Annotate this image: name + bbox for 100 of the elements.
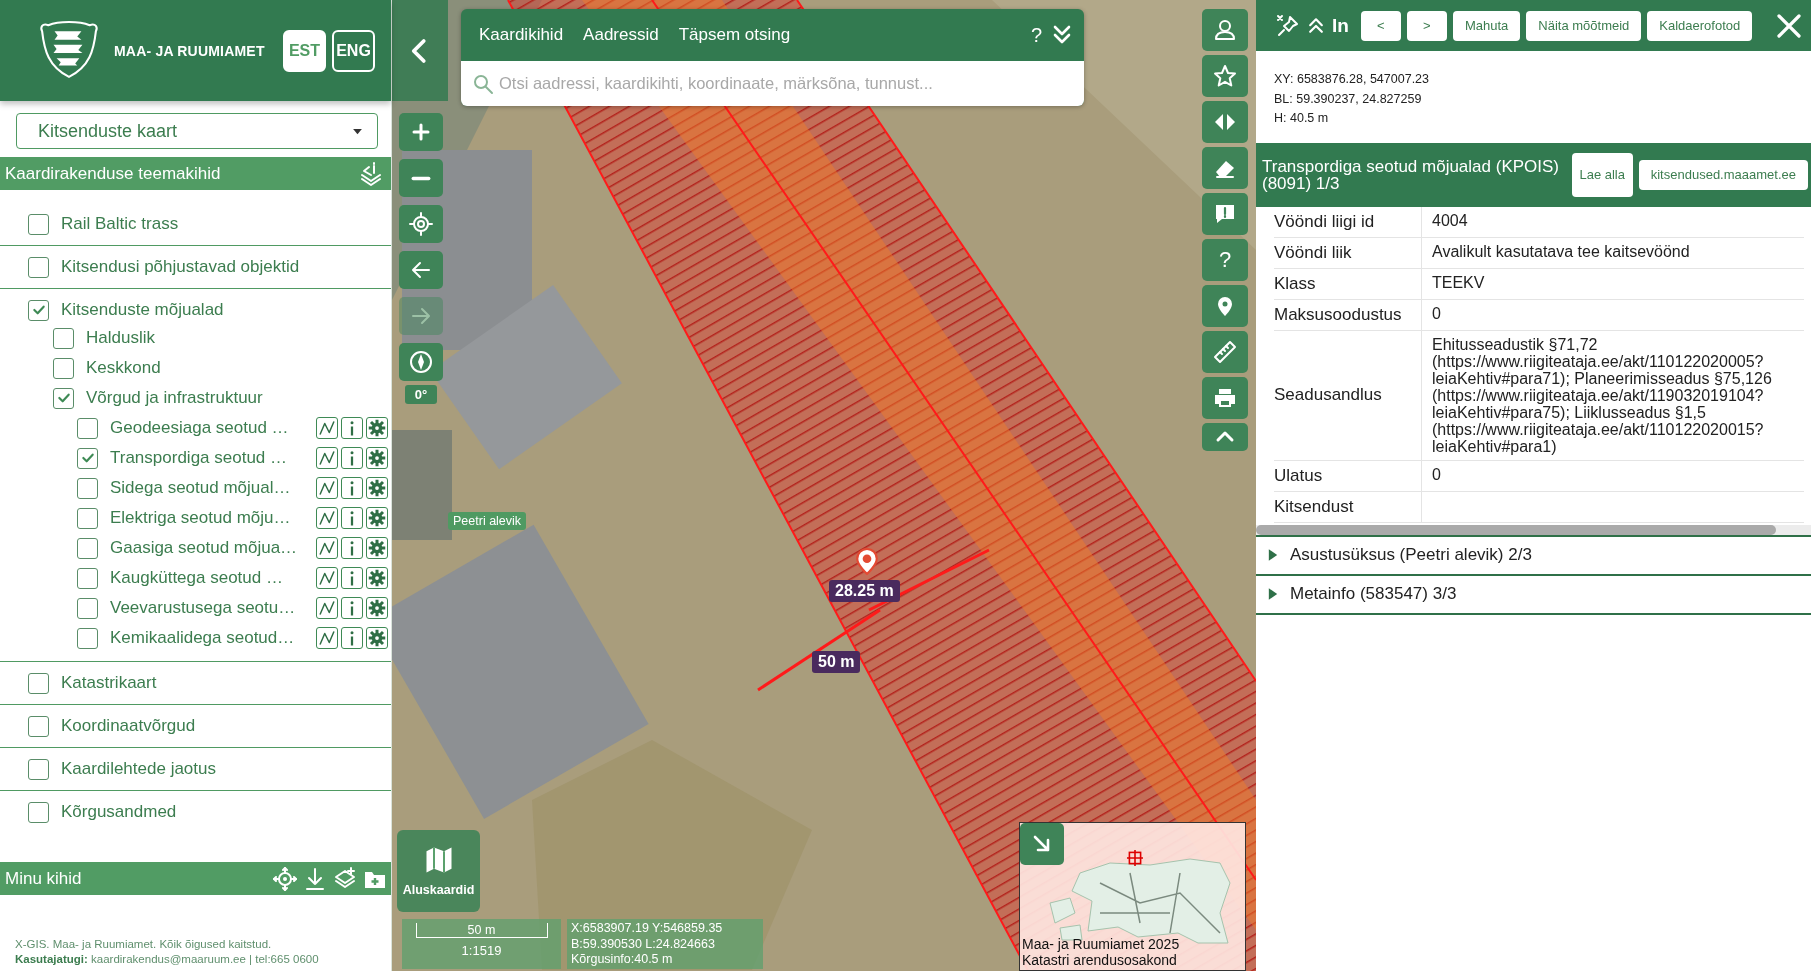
- settings-icon[interactable]: [366, 627, 388, 649]
- checkbox[interactable]: [28, 299, 49, 321]
- expand-overview-button[interactable]: [1020, 823, 1064, 865]
- info-icon[interactable]: [341, 567, 363, 589]
- layer-label: Elektriga seotud mõju…: [110, 508, 292, 528]
- checkbox[interactable]: [28, 758, 49, 780]
- accordion-header[interactable]: Metainfo (583547) 3/3: [1256, 575, 1811, 615]
- profile-chart-icon[interactable]: [316, 627, 338, 649]
- checkbox[interactable]: [77, 597, 98, 619]
- measure-button[interactable]: [1202, 331, 1248, 373]
- scale-bar: 50 m: [415, 923, 548, 938]
- zoom-out-button[interactable]: [399, 159, 443, 197]
- user-icon: [1213, 18, 1237, 42]
- layer-label: Transpordiga seotud …: [110, 448, 289, 468]
- printer-icon: [1213, 386, 1237, 410]
- settings-icon[interactable]: [366, 567, 388, 589]
- map-marker-icon: [854, 546, 880, 578]
- info-icon[interactable]: [341, 447, 363, 469]
- coordinate-text: H: 40.5 m: [1274, 110, 1330, 127]
- checkbox[interactable]: [28, 715, 49, 737]
- action-button[interactable]: Näita mõõtmeid: [1526, 10, 1642, 41]
- checkbox[interactable]: [53, 327, 74, 349]
- language-button[interactable]: ENG: [332, 29, 375, 72]
- layer-label: Katastrikaart: [61, 673, 158, 693]
- download-icon[interactable]: [303, 866, 327, 891]
- locate-button[interactable]: [399, 205, 443, 243]
- scrollbar-thumb[interactable]: [1256, 524, 1776, 535]
- layers-add-icon[interactable]: [333, 866, 357, 891]
- profile-chart-icon[interactable]: [316, 507, 338, 529]
- profile-chart-icon[interactable]: [316, 567, 338, 589]
- feedback-button[interactable]: [1202, 193, 1248, 235]
- eraser-button[interactable]: [1202, 147, 1248, 189]
- scale-ratio: 1:1519: [461, 943, 502, 958]
- checkbox[interactable]: [28, 801, 49, 823]
- layer-label: Kemikaalidega seotud…: [110, 628, 296, 648]
- credit-text: Maa- ja Ruumiamet 2025: [1022, 936, 1180, 952]
- back-button[interactable]: [399, 251, 443, 289]
- link-button[interactable]: kitsendused.maaamet.ee: [1638, 159, 1808, 190]
- checkbox[interactable]: [28, 256, 49, 278]
- help-button[interactable]: ?: [1202, 239, 1248, 281]
- profile-chart-icon[interactable]: [316, 537, 338, 559]
- basemaps-button[interactable]: Aluskaardid: [397, 830, 480, 912]
- collapse-icon[interactable]: [1306, 15, 1326, 36]
- settings-icon[interactable]: [366, 597, 388, 619]
- caret-right-icon: [1268, 587, 1278, 601]
- checkbox[interactable]: [77, 627, 98, 649]
- nav-button[interactable]: >: [1406, 10, 1447, 41]
- checkbox[interactable]: [77, 567, 98, 589]
- settings-icon[interactable]: [366, 417, 388, 439]
- location-marker-icon: [1127, 850, 1143, 866]
- support-text: Kasutajatugi: kaardirakendus@maaruum.ee | tel:665 0600: [15, 952, 320, 967]
- checkbox[interactable]: [53, 387, 74, 409]
- info-icon[interactable]: [341, 627, 363, 649]
- layers-info-icon[interactable]: [359, 161, 383, 186]
- logo-text: MAA- JA RUUMIAMET: [114, 42, 265, 59]
- compare-button[interactable]: [1202, 101, 1248, 143]
- search-tab[interactable]: Aadressid: [577, 25, 665, 45]
- info-icon[interactable]: [341, 537, 363, 559]
- checkbox[interactable]: [77, 477, 98, 499]
- print-button[interactable]: [1202, 377, 1248, 419]
- checkbox[interactable]: [53, 357, 74, 379]
- zoom-in-button[interactable]: [399, 113, 443, 151]
- settings-icon[interactable]: [366, 477, 388, 499]
- info-icon[interactable]: [341, 507, 363, 529]
- settings-icon[interactable]: [366, 537, 388, 559]
- attribute-value: Ehitusseadustik §71,72 (https://www.riigiteataja.ee/akt/110122020005?leiaKehtiv#para71); Planeerimisseadus §75,126 (https://www.riigiteataja.ee/akt/119032019104?leiaKehtiv#para75); Liiklusseadus §1,5 (https://www.riigiteataja.ee/akt/110122020015?leiaKehtiv#para1): [1432, 335, 1773, 455]
- action-button[interactable]: Kaldaerofotod: [1647, 10, 1753, 41]
- info-icon[interactable]: [341, 597, 363, 619]
- settings-icon[interactable]: [366, 447, 388, 469]
- compass-button[interactable]: [399, 343, 443, 381]
- checkbox[interactable]: [28, 672, 49, 694]
- checkbox[interactable]: [28, 213, 49, 235]
- download-button[interactable]: Lae alla: [1571, 152, 1633, 197]
- layer-label: Kitsendusi põhjustavad objektid: [61, 257, 301, 277]
- settings-icon[interactable]: [366, 507, 388, 529]
- action-button[interactable]: Mahuta: [1452, 10, 1521, 41]
- profile-chart-icon[interactable]: [316, 447, 338, 469]
- profile-chart-icon[interactable]: [316, 477, 338, 499]
- favorites-button[interactable]: [1202, 55, 1248, 97]
- search-tab[interactable]: Täpsem otsing: [672, 25, 797, 45]
- help-button[interactable]: ?: [1030, 23, 1042, 47]
- measure-label: 28.25 m: [829, 580, 900, 602]
- marker-button[interactable]: [1202, 285, 1248, 327]
- search-field[interactable]: Otsi aadressi, kaardikihti, koordinaate, märksõna, tunnust...: [461, 61, 1084, 106]
- map-select[interactable]: Kitsenduste kaart: [16, 113, 378, 149]
- search-tab[interactable]: Kaardikihid: [473, 25, 570, 45]
- info-icon[interactable]: [341, 417, 363, 439]
- checkbox[interactable]: [77, 507, 98, 529]
- accordion-header[interactable]: Asustusüksus (Peetri alevik) 2/3: [1256, 536, 1811, 576]
- info-icon[interactable]: [341, 477, 363, 499]
- profile-chart-icon[interactable]: [316, 597, 338, 619]
- nav-button[interactable]: <: [1360, 10, 1401, 41]
- collapse-tools-button[interactable]: [1202, 423, 1248, 451]
- checkbox[interactable]: [77, 537, 98, 559]
- locate-icon[interactable]: [273, 866, 297, 891]
- language-button[interactable]: EST: [283, 29, 326, 72]
- checkbox[interactable]: [77, 417, 98, 439]
- account-button[interactable]: [1202, 9, 1248, 51]
- profile-chart-icon[interactable]: [316, 417, 338, 439]
- checkbox[interactable]: [77, 447, 98, 469]
